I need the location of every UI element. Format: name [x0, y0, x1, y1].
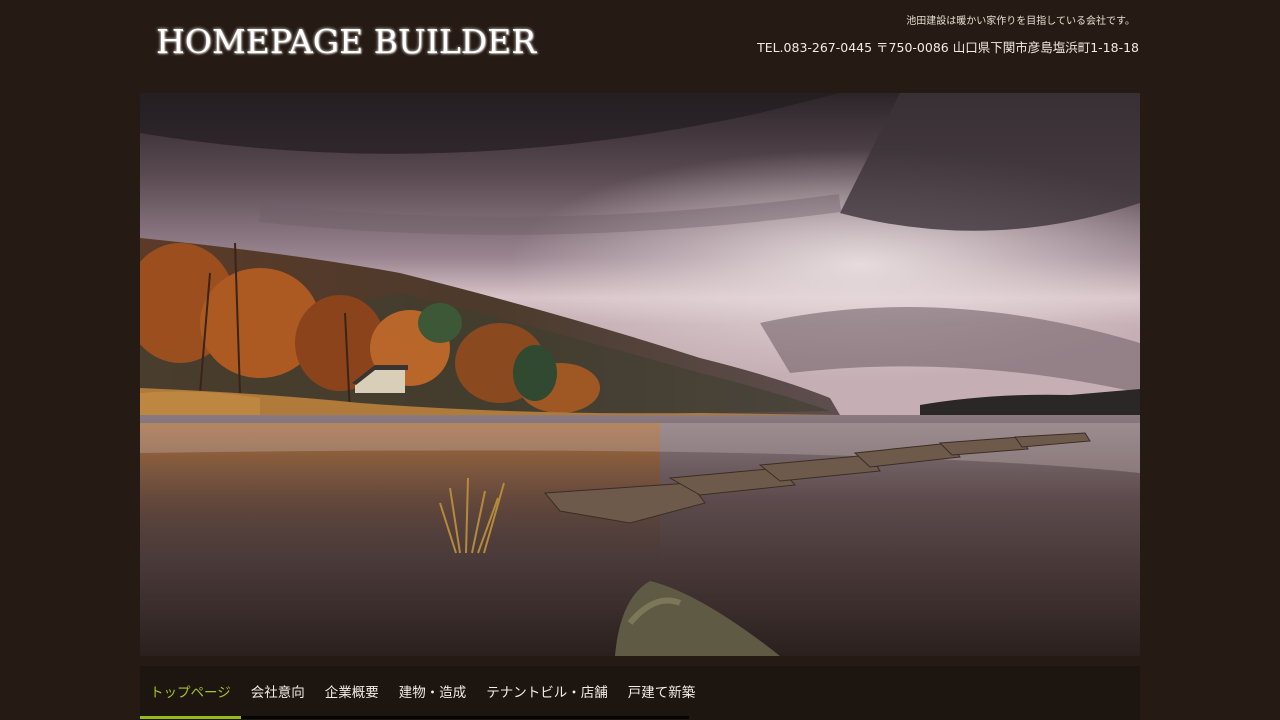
- page: HOMEPAGE BUILDER 池田建設は暖かい家作りを目指している会社です。…: [0, 0, 1280, 720]
- main-nav: トップページ 会社意向 企業概要 建物・造成 テナントビル・店舗 戸建て新築: [140, 666, 1140, 720]
- hero-image: [140, 93, 1140, 656]
- tagline: 池田建設は暖かい家作りを目指している会社です。: [906, 16, 1135, 27]
- nav-item-company-overview[interactable]: 企業概要: [315, 666, 389, 716]
- nav-item-tenant[interactable]: テナントビル・店舗: [476, 666, 618, 716]
- nav-item-top[interactable]: トップページ: [140, 666, 241, 719]
- nav-item-building[interactable]: 建物・造成: [389, 666, 477, 716]
- nav-item-company-policy[interactable]: 会社意向: [241, 666, 315, 716]
- nav-list: トップページ 会社意向 企業概要 建物・造成 テナントビル・店舗 戸建て新築: [140, 666, 695, 719]
- site-logo[interactable]: HOMEPAGE BUILDER: [156, 22, 536, 61]
- contact-info: TEL.083-267-0445 〒750-0086 山口県下関市彦島塩浜町1-…: [757, 40, 1139, 55]
- lake-landscape-illustration: [140, 93, 1140, 656]
- nav-item-houses[interactable]: 戸建て新築: [618, 666, 706, 716]
